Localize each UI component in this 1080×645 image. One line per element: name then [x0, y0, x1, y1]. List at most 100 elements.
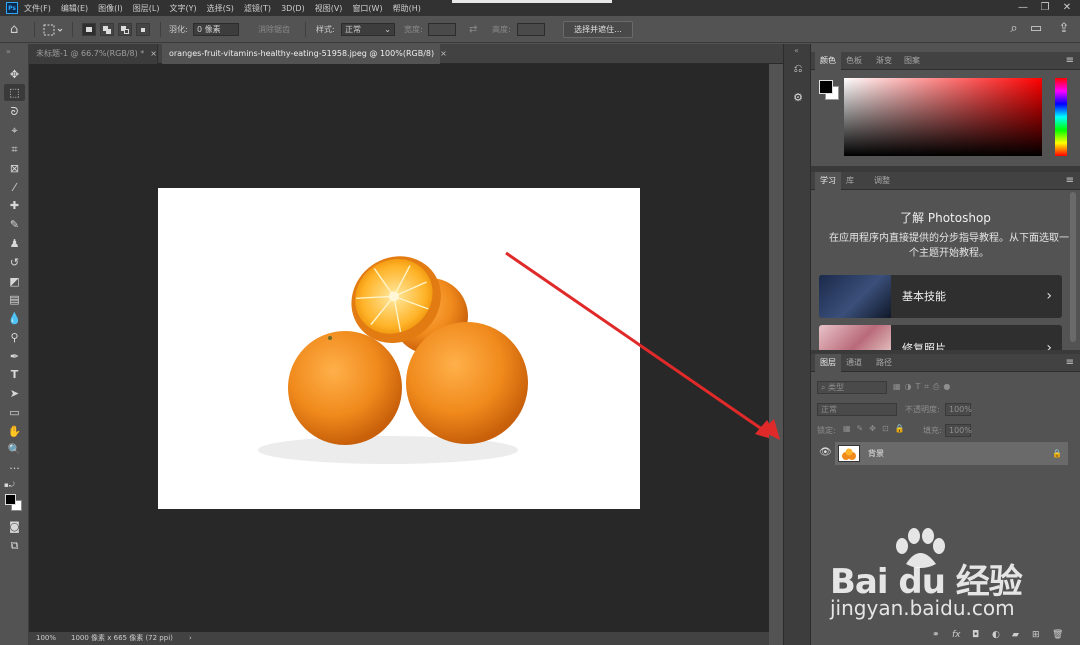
tab-untitled[interactable]: 未标题-1 @ 66.7%(RGB/8) * × — [29, 44, 158, 64]
healing-brush-tool-icon[interactable]: ✚ — [4, 197, 25, 214]
eyedropper-tool-icon[interactable]: ⁄ — [4, 179, 25, 196]
menu-layer[interactable]: 图层(L) — [133, 3, 160, 14]
panel-grip-icon[interactable]: » — [6, 47, 11, 56]
move-tool-icon[interactable]: ✥ — [4, 66, 25, 83]
properties-panel-icon[interactable]: ⚙ — [790, 90, 806, 106]
foreground-color-chip[interactable] — [819, 80, 833, 94]
brush-tool-icon[interactable]: ✎ — [4, 216, 25, 233]
new-layer-icon[interactable]: ⊞ — [1032, 630, 1040, 640]
add-selection-button[interactable] — [100, 23, 114, 36]
menu-type[interactable]: 文字(Y) — [169, 3, 196, 14]
tab-paths[interactable]: 路径 — [871, 354, 897, 372]
tab-oranges[interactable]: oranges-fruit-vitamins-healthy-eating-51… — [162, 44, 447, 64]
width-input[interactable] — [428, 23, 456, 36]
style-select[interactable]: 正常 ⌄ — [341, 23, 395, 36]
tab-adjustments[interactable]: 调整 — [869, 172, 895, 190]
path-selection-tool-icon[interactable]: ➤ — [4, 385, 25, 402]
more-tools-icon[interactable]: ··· — [4, 460, 25, 477]
foreground-color-swatch[interactable] — [5, 494, 16, 505]
learn-scrollbar[interactable] — [1070, 192, 1076, 342]
tab-gradients[interactable]: 渐变 — [871, 52, 897, 70]
swap-icon[interactable]: ⇄ — [469, 16, 477, 43]
fill-input[interactable]: 100% — [945, 424, 972, 437]
menu-edit[interactable]: 编辑(E) — [61, 3, 88, 14]
layer-row-background[interactable]: 背景 🔒 — [835, 442, 1068, 465]
close-icon[interactable]: × — [150, 49, 157, 58]
hand-tool-icon[interactable]: ✋ — [4, 423, 25, 440]
eye-icon[interactable]: 👁 — [819, 447, 832, 458]
zoom-level[interactable]: 100% — [36, 632, 56, 645]
tab-patterns[interactable]: 图案 — [899, 52, 925, 70]
menu-window[interactable]: 窗口(W) — [352, 3, 382, 14]
menu-file[interactable]: 文件(F) — [24, 3, 51, 14]
gradient-tool-icon[interactable]: ▤ — [4, 291, 25, 308]
workspace-icon[interactable]: ▭ — [1028, 21, 1044, 37]
rectangle-tool-icon[interactable]: ▭ — [4, 404, 25, 421]
feather-input[interactable]: 0 像素 — [193, 23, 239, 36]
zoom-tool-icon[interactable]: 🔍 — [4, 441, 25, 458]
type-tool-icon[interactable]: T — [4, 366, 25, 383]
subtract-selection-button[interactable] — [118, 23, 132, 36]
default-colors-icon[interactable]: ▪⤾ — [4, 477, 25, 494]
lock-icons[interactable]: ▦✎✥⊡🔒 — [843, 424, 911, 433]
tab-libraries[interactable]: 库 — [841, 172, 859, 190]
learn-card-basic-skills[interactable]: 基本技能 › — [819, 275, 1062, 318]
panel-menu-icon[interactable]: ≡ — [1066, 354, 1074, 372]
history-brush-tool-icon[interactable]: ↺ — [4, 254, 25, 271]
tab-color[interactable]: 颜色 — [815, 52, 841, 70]
tab-swatches[interactable]: 色板 — [841, 52, 867, 70]
restore-button[interactable]: ❐ — [1034, 0, 1056, 16]
layer-style-icon[interactable]: fx — [952, 630, 961, 640]
tab-learn[interactable]: 学习 — [815, 172, 841, 190]
opacity-input[interactable]: 100% — [945, 403, 972, 416]
new-group-icon[interactable]: ▰ — [1012, 630, 1019, 640]
frame-tool-icon[interactable]: ⊠ — [4, 160, 25, 177]
marquee-preset-icon[interactable] — [43, 16, 63, 43]
eraser-tool-icon[interactable]: ◩ — [4, 273, 25, 290]
menu-help[interactable]: 帮助(H) — [393, 3, 421, 14]
rectangular-marquee-tool-icon[interactable]: ⬚ — [4, 84, 25, 101]
hue-slider[interactable] — [1055, 78, 1067, 156]
panel-menu-icon[interactable]: ≡ — [1066, 52, 1074, 70]
delete-layer-icon[interactable]: 🗑 — [1052, 630, 1063, 640]
height-input[interactable] — [517, 23, 545, 36]
pen-tool-icon[interactable]: ✒ — [4, 348, 25, 365]
select-and-mask-button[interactable]: 选择并遮住... — [563, 21, 633, 38]
menu-filter[interactable]: 滤镜(T) — [244, 3, 271, 14]
lasso-tool-icon[interactable]: ᘐ — [4, 103, 25, 120]
quick-mask-icon[interactable]: ◙ — [4, 518, 25, 535]
status-menu-arrow[interactable]: › — [189, 632, 192, 645]
minimize-button[interactable]: — — [1012, 0, 1034, 16]
canvas-area[interactable] — [29, 64, 769, 632]
tab-layers[interactable]: 图层 — [815, 354, 841, 372]
antialias-checkbox[interactable]: 消除锯齿 — [258, 16, 290, 43]
color-picker-field[interactable] — [844, 78, 1042, 156]
menu-select[interactable]: 选择(S) — [207, 3, 234, 14]
blur-tool-icon[interactable]: 💧 — [4, 310, 25, 327]
close-window-button[interactable]: ✕ — [1056, 0, 1078, 16]
add-mask-icon[interactable]: ◘ — [972, 630, 979, 640]
adjustment-layer-icon[interactable]: ◐ — [992, 630, 1000, 640]
home-icon[interactable]: ⌂ — [10, 16, 18, 43]
quick-selection-tool-icon[interactable]: ⌖ — [4, 122, 25, 139]
menu-image[interactable]: 图像(I) — [98, 3, 123, 14]
search-icon[interactable]: ⌕ — [1006, 21, 1022, 37]
layer-filter-select[interactable]: ⌕ 类型 — [817, 381, 887, 394]
layer-filter-icons[interactable]: ▦◑T⌗⎙● — [893, 382, 954, 392]
dodge-tool-icon[interactable]: ⚲ — [4, 329, 25, 346]
screen-mode-icon[interactable]: ⧉ — [4, 537, 25, 554]
panel-menu-icon[interactable]: ≡ — [1066, 172, 1074, 190]
close-icon[interactable]: × — [440, 49, 447, 58]
new-selection-button[interactable] — [82, 23, 96, 36]
tab-channels[interactable]: 通道 — [841, 354, 867, 372]
menu-3d[interactable]: 3D(D) — [281, 4, 305, 13]
link-layers-icon[interactable]: ⚭ — [932, 630, 940, 640]
crop-tool-icon[interactable]: ⌗ — [4, 141, 25, 158]
history-panel-icon[interactable]: ⎌ — [790, 61, 806, 77]
expand-panels-icon[interactable]: « — [794, 46, 799, 55]
blend-mode-select[interactable]: 正常 — [817, 403, 897, 416]
clone-stamp-tool-icon[interactable]: ♟ — [4, 235, 25, 252]
intersect-selection-button[interactable] — [136, 23, 150, 36]
share-icon[interactable]: ⇪ — [1056, 21, 1072, 37]
menu-view[interactable]: 视图(V) — [315, 3, 343, 14]
